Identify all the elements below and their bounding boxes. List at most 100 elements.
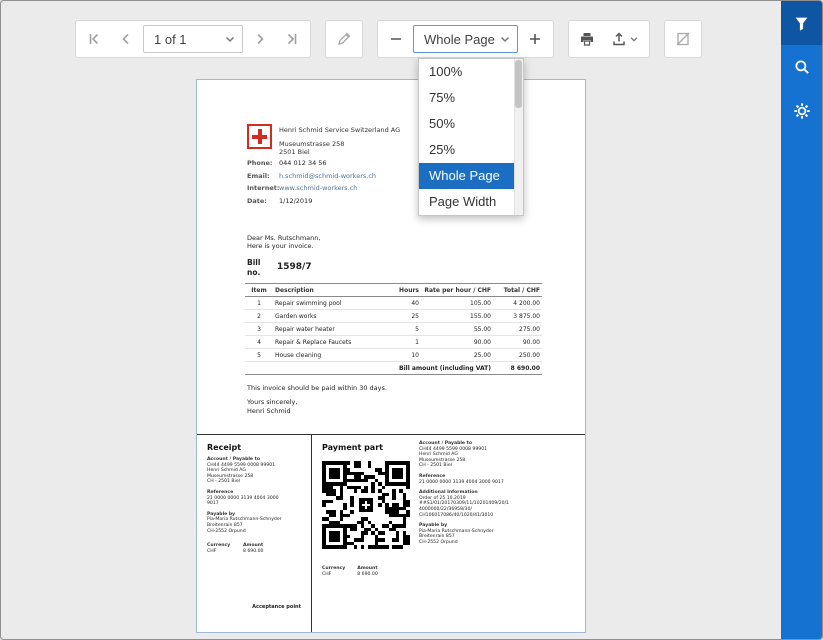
- page-number-combo[interactable]: 1 of 1: [143, 25, 243, 53]
- cell: 2: [245, 310, 273, 323]
- next-page-button[interactable]: [245, 24, 275, 54]
- chevron-down-icon: [224, 33, 236, 45]
- cell: 275.00: [493, 323, 542, 336]
- cell: 5: [245, 349, 273, 362]
- col-header-description: Description: [273, 284, 379, 297]
- edit-group: [325, 20, 363, 58]
- date-value: 1/12/2019: [279, 197, 312, 205]
- dropdown-scrollbar-thumb[interactable]: [515, 60, 522, 108]
- cell: House cleaning: [273, 349, 379, 362]
- report-viewer: Henri Schmid Service Switzerland AG Muse…: [0, 0, 823, 640]
- table-header-row: Item Description Hours Rate per hour / C…: [245, 284, 542, 297]
- total-value: 8 690.00: [493, 362, 542, 375]
- part-reference: Reference 21 0000 0000 3139 4004 3000 90…: [419, 474, 577, 485]
- toggle-preview-icon: [675, 31, 691, 47]
- reference-value: 21 0000 0000 3139 4004 3000 9017: [419, 480, 577, 486]
- payable-by-label: Payable by: [419, 523, 447, 528]
- right-sidebar: [781, 1, 822, 639]
- additional-info-label: Additional Information: [419, 490, 478, 495]
- payable-to-label: Account / Payable to: [419, 441, 472, 446]
- contact-row: Date: 1/12/2019: [247, 197, 376, 205]
- zoom-option-50[interactable]: 50%: [419, 111, 523, 137]
- gear-icon: [793, 102, 811, 120]
- first-page-button[interactable]: [79, 24, 109, 54]
- payable-to-label: Account / Payable to: [207, 457, 260, 462]
- cell: 25.00: [421, 349, 493, 362]
- part-payable-by: Payable by Pia-Maria Rutschmann-Schnyder…: [419, 523, 577, 545]
- cell: 250.00: [493, 349, 542, 362]
- cell: 5: [379, 323, 421, 336]
- cell: 105.00: [421, 297, 493, 310]
- cell: Repair swimming pool: [273, 297, 379, 310]
- cell: 10: [379, 349, 421, 362]
- edit-button[interactable]: [329, 24, 359, 54]
- table-row: 3 Repair water heater 5 55.00 275.00: [245, 323, 542, 336]
- swiss-cross-icon: [359, 498, 373, 512]
- amount-value: 8 690.00: [243, 549, 263, 554]
- print-button[interactable]: [572, 24, 602, 54]
- bill-no-value: 1598/7: [277, 262, 312, 272]
- cell: Repair & Replace Faucets: [273, 336, 379, 349]
- toggle-preview-group: [664, 20, 702, 58]
- total-label: Bill amount (including VAT): [245, 362, 493, 375]
- cell: 25: [379, 310, 421, 323]
- table-total-row: Bill amount (including VAT) 8 690.00: [245, 362, 542, 375]
- parameters-button[interactable]: [781, 1, 822, 45]
- part-payable-to: Account / Payable to CH44 4499 5599 0008…: [419, 441, 577, 469]
- zoom-option-page-width[interactable]: Page Width: [419, 189, 523, 215]
- cell: 90.00: [421, 336, 493, 349]
- phone-value: 044 012 34 56: [279, 159, 327, 167]
- toggle-preview-button[interactable]: [668, 24, 698, 54]
- date-label: Date:: [247, 197, 279, 205]
- page-navigation-group: 1 of 1: [75, 20, 311, 58]
- receipt-reference: Reference 21 0000 0000 3139 4004 3000 90…: [207, 490, 301, 507]
- zoom-in-button[interactable]: [520, 24, 550, 54]
- zoom-option-25[interactable]: 25%: [419, 137, 523, 163]
- cell: 90.00: [493, 336, 542, 349]
- zoom-option-whole-page[interactable]: Whole Page: [419, 163, 523, 189]
- zoom-option-75[interactable]: 75%: [419, 85, 523, 111]
- zoom-option-100[interactable]: 100%: [419, 59, 523, 85]
- previous-page-button[interactable]: [111, 24, 141, 54]
- reference-value: 21 0000 0000 3139 4004 3000 9017: [207, 496, 287, 507]
- receipt-currency-amount: Currency CHF Amount 8 690.00: [207, 543, 301, 554]
- internet-value: www.schmid-workers.ch: [279, 184, 357, 192]
- last-page-button[interactable]: [277, 24, 307, 54]
- next-page-icon: [252, 31, 268, 47]
- dropdown-scrollbar[interactable]: [514, 59, 523, 215]
- company-address-2: 2501 Biel: [279, 148, 400, 156]
- payment-part-info: Account / Payable to CH44 4499 5599 0008…: [419, 441, 577, 546]
- search-button[interactable]: [781, 45, 822, 89]
- invoice-table: Item Description Hours Rate per hour / C…: [245, 283, 542, 375]
- part-currency-amount: Currency CHF Amount 8 690.00: [322, 566, 378, 577]
- zoom-out-icon: [388, 31, 404, 47]
- zoom-combo[interactable]: Whole Page: [413, 25, 518, 53]
- settings-button[interactable]: [781, 89, 822, 133]
- toolbar: 1 of 1 Whole Page: [1, 1, 781, 77]
- company-address-1: Museumstrasse 258: [279, 140, 400, 148]
- search-icon: [793, 58, 811, 76]
- currency-col: Currency CHF: [322, 566, 345, 577]
- qr-code: [322, 461, 410, 549]
- cell: 1: [245, 297, 273, 310]
- print-export-group: [568, 20, 650, 58]
- contact-row: Internet: www.schmid-workers.ch: [247, 184, 376, 192]
- salutation: Dear Ms. Rutschmann, Here is your invoic…: [247, 234, 320, 250]
- swiss-cross-logo: [247, 124, 272, 149]
- document-page: Henri Schmid Service Switzerland AG Muse…: [196, 79, 586, 633]
- print-icon: [579, 31, 595, 47]
- payable-by-label: Payable by: [207, 512, 235, 517]
- cell: 40: [379, 297, 421, 310]
- contact-block: Phone: 044 012 34 56 Email: h.schmid@sch…: [247, 159, 376, 209]
- export-button[interactable]: [604, 24, 646, 54]
- col-header-item: Item: [245, 284, 273, 297]
- col-header-rate: Rate per hour / CHF: [421, 284, 493, 297]
- currency-col: Currency CHF: [207, 543, 231, 554]
- salutation-line-2: Here is your invoice.: [247, 242, 320, 250]
- prev-page-icon: [118, 31, 134, 47]
- col-header-total: Total / CHF: [493, 284, 542, 297]
- amount-value: 8 690.00: [357, 572, 377, 577]
- zoom-out-button[interactable]: [381, 24, 411, 54]
- email-value: h.schmid@schmid-workers.ch: [279, 172, 376, 180]
- receipt-payable-by: Payable by Pia-Maria Rutschmann-Schnyder…: [207, 512, 301, 534]
